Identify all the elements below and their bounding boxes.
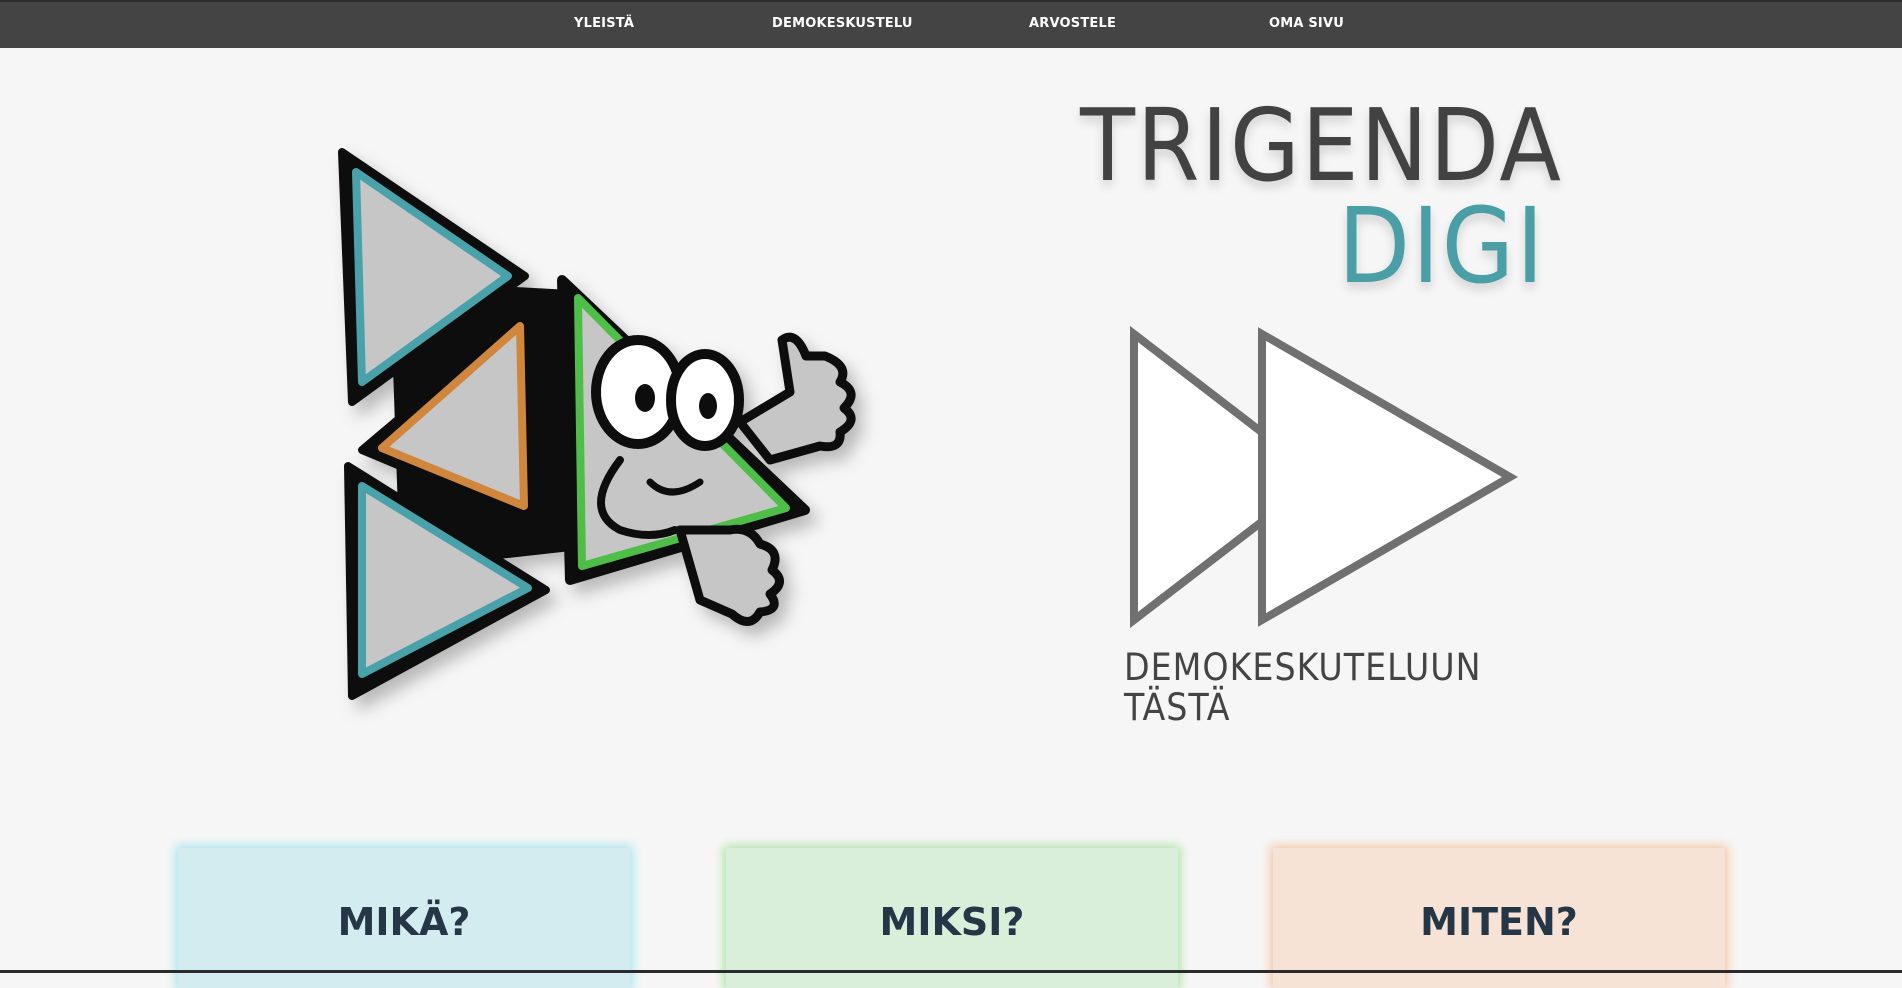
cta-line-1: DEMOKESKUTELUUN (1124, 646, 1482, 689)
fast-forward-icon[interactable] (1120, 320, 1520, 640)
brand-title-digi: DIGI (1338, 185, 1546, 307)
card-mika[interactable]: MIKÄ? (178, 848, 630, 988)
demo-discussion-link[interactable]: DEMOKESKUTELUUN TÄSTÄ (1124, 648, 1481, 728)
brand-logo: TRIGENDA DIGI (1060, 86, 1580, 316)
cta-line-2: TÄSTÄ (1124, 686, 1231, 729)
nav-item-demokeskustelu[interactable]: DEMOKESKUSTELU (772, 16, 913, 31)
brand-title-trigenda: TRIGENDA (1080, 87, 1563, 204)
card-title-miten: MITEN? (1420, 900, 1578, 944)
card-miksi[interactable]: MIKSI? (726, 848, 1178, 988)
nav-item-arvostele[interactable]: ARVOSTELE (1029, 16, 1116, 31)
triangle-fish-mascot-icon (338, 148, 856, 700)
card-title-mika: MIKÄ? (337, 900, 471, 944)
top-navigation-bar: YLEISTÄ DEMOKESKUSTELU ARVOSTELE OMA SIV… (0, 0, 1902, 48)
nav-item-oma-sivu[interactable]: OMA SIVU (1269, 16, 1344, 31)
card-miten[interactable]: MITEN? (1273, 848, 1725, 988)
card-title-miksi: MIKSI? (879, 900, 1025, 944)
nav-item-yleista[interactable]: YLEISTÄ (574, 16, 634, 31)
